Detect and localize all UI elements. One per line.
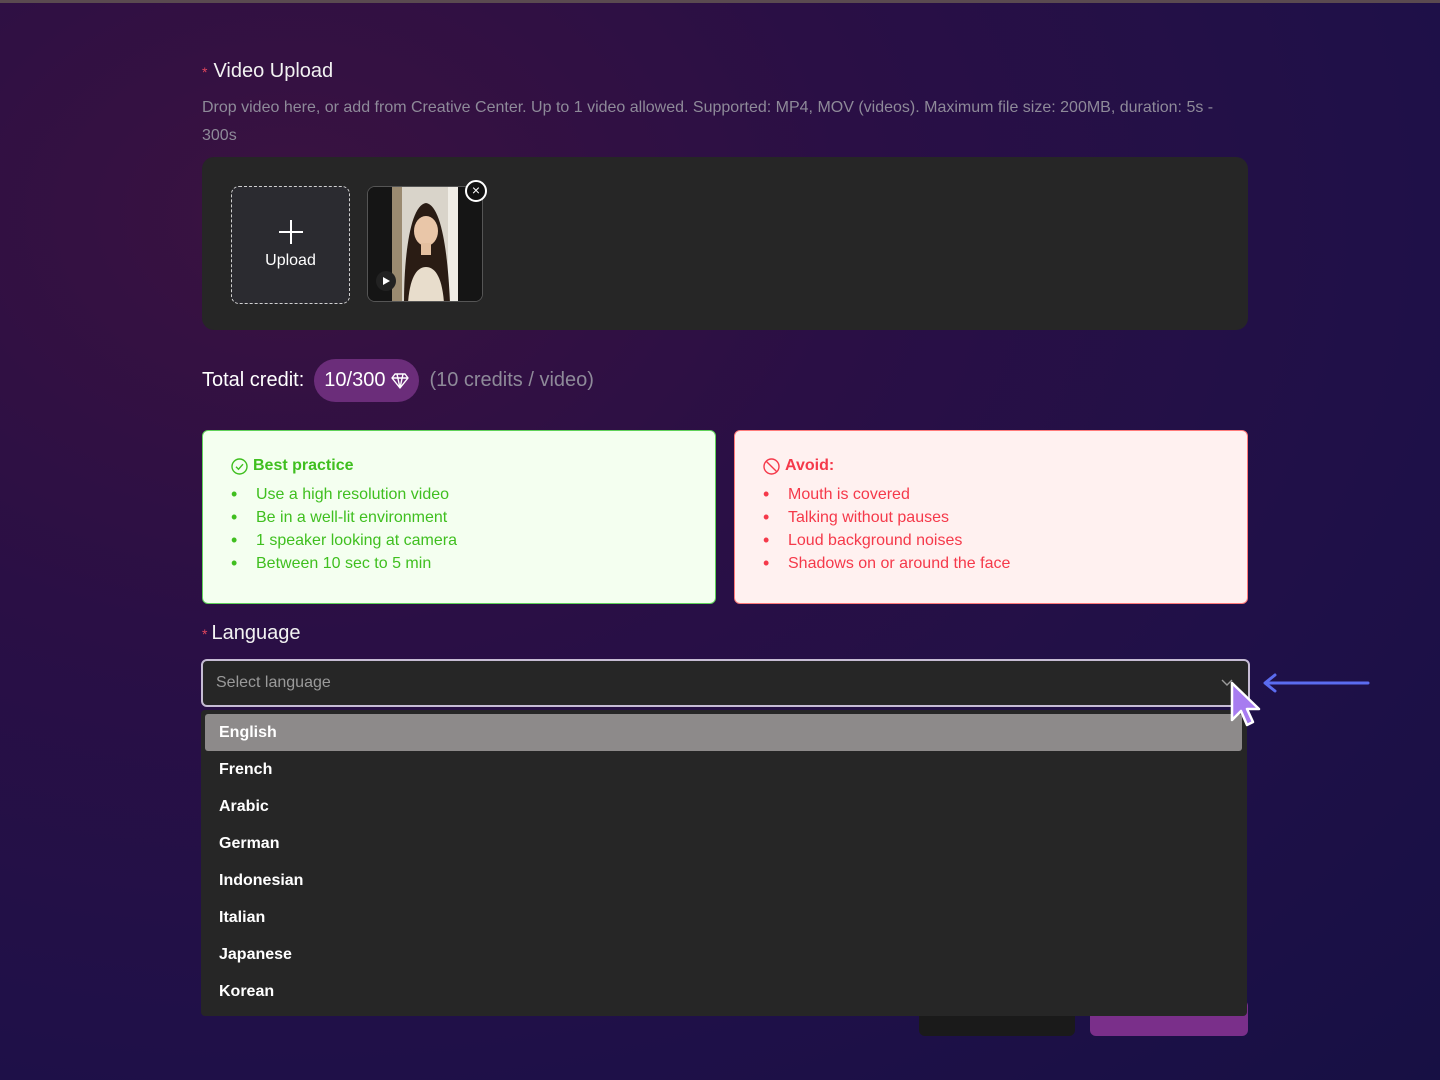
- language-option-arabic[interactable]: Arabic: [205, 788, 1242, 825]
- mouse-cursor-icon: [1230, 681, 1261, 727]
- list-item: Use a high resolution video: [231, 483, 687, 506]
- upload-button[interactable]: Upload: [231, 186, 350, 304]
- best-practice-title-text: Best practice: [253, 457, 354, 474]
- plus-icon: [278, 220, 303, 244]
- avoid-title: Avoid:: [763, 457, 1219, 475]
- required-mark: *: [202, 64, 208, 80]
- avoid-list: Mouth is covered Talking without pauses …: [763, 483, 1219, 575]
- best-practice-title: Best practice: [231, 457, 687, 475]
- language-option-indonesian[interactable]: Indonesian: [205, 862, 1242, 899]
- required-mark: *: [202, 626, 208, 642]
- upload-panel[interactable]: Upload: [202, 157, 1248, 330]
- language-dropdown: English French Arabic German Indonesian …: [201, 710, 1247, 1016]
- language-title: Language: [211, 622, 301, 644]
- diamond-icon: [391, 372, 410, 389]
- upload-button-label: Upload: [265, 252, 316, 269]
- video-upload-label: * Video Upload: [202, 60, 333, 83]
- list-item: Loud background noises: [763, 529, 1219, 552]
- credit-note: (10 credits / video): [429, 369, 594, 391]
- credit-badge: 10/300: [314, 359, 420, 402]
- ban-icon: [763, 457, 780, 475]
- list-item: Between 10 sec to 5 min: [231, 552, 687, 575]
- top-border: [0, 0, 1440, 3]
- list-item: Talking without pauses: [763, 506, 1219, 529]
- language-select-placeholder: Select language: [216, 674, 331, 691]
- language-option-italian[interactable]: Italian: [205, 899, 1242, 936]
- avoid-card: Avoid: Mouth is covered Talking without …: [734, 430, 1248, 604]
- best-practice-card: Best practice Use a high resolution vide…: [202, 430, 716, 604]
- language-option-japanese[interactable]: Japanese: [205, 936, 1242, 973]
- check-circle-icon: [231, 457, 248, 475]
- list-item: 1 speaker looking at camera: [231, 529, 687, 552]
- credit-label: Total credit:: [202, 369, 305, 391]
- credit-value: 10/300: [324, 369, 386, 391]
- language-select[interactable]: Select language: [201, 659, 1250, 707]
- video-thumbnail[interactable]: [367, 186, 483, 302]
- credit-row: Total credit: 10/300 (10 credits / video…: [202, 359, 594, 402]
- video-upload-title: Video Upload: [213, 60, 334, 82]
- upload-hint: Drop video here, or add from Creative Ce…: [202, 99, 1214, 144]
- language-option-english[interactable]: English: [205, 714, 1242, 751]
- avoid-title-text: Avoid:: [785, 457, 835, 474]
- play-icon[interactable]: [376, 271, 396, 291]
- close-icon[interactable]: ×: [465, 180, 487, 202]
- language-option-korean[interactable]: Korean: [205, 973, 1242, 1010]
- list-item: Mouth is covered: [763, 483, 1219, 506]
- arrow-left-icon: [1263, 673, 1370, 693]
- list-item: Shadows on or around the face: [763, 552, 1219, 575]
- language-label: * Language: [202, 622, 300, 645]
- language-option-french[interactable]: French: [205, 751, 1242, 788]
- list-item: Be in a well-lit environment: [231, 506, 687, 529]
- language-option-german[interactable]: German: [205, 825, 1242, 862]
- best-practice-list: Use a high resolution video Be in a well…: [231, 483, 687, 575]
